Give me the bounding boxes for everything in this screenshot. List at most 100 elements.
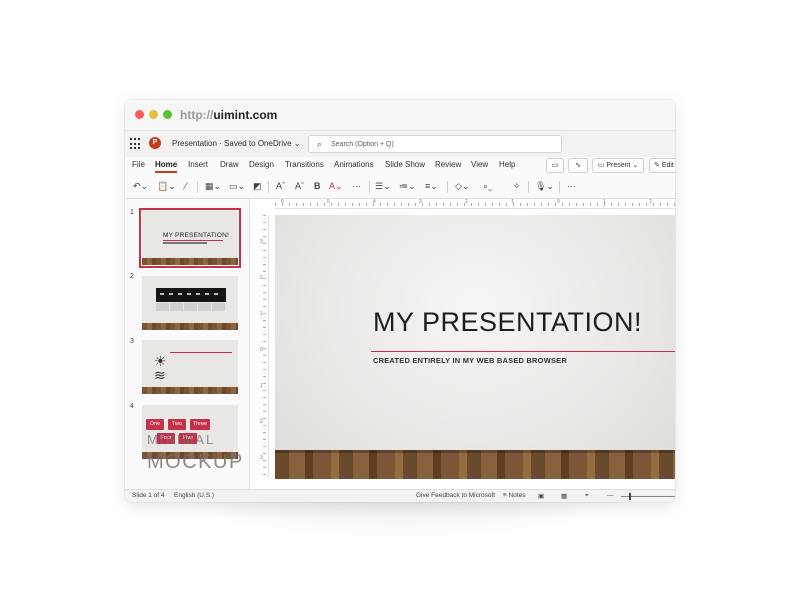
slide-title[interactable]: MY PRESENTATION! bbox=[373, 307, 642, 338]
pencil-icon: ✎ bbox=[654, 162, 662, 169]
ruler-number: 2 bbox=[260, 275, 263, 281]
minimize-window-button[interactable] bbox=[149, 110, 158, 119]
overflow-menu-icon[interactable]: ··· bbox=[567, 180, 576, 192]
reading-view-icon[interactable]: ⌖ bbox=[585, 492, 589, 500]
app-launcher-icon[interactable] bbox=[130, 138, 142, 150]
font-size-up-icon[interactable]: Aˆ bbox=[276, 180, 285, 192]
edit-button[interactable]: ✎ Edit bbox=[649, 158, 675, 173]
thumbnail-wood-floor bbox=[142, 387, 238, 394]
toolbar-divider bbox=[197, 181, 198, 193]
vertical-ruler: 3 2 1 0 1 2 3 bbox=[259, 215, 269, 477]
format-painter-icon[interactable]: ⁄ bbox=[185, 180, 187, 192]
thumbnail-chip: Three bbox=[190, 419, 210, 430]
toolbar-divider bbox=[369, 181, 370, 193]
font-color-icon[interactable]: A⌄ bbox=[329, 180, 343, 192]
ruler-number: 2 bbox=[260, 419, 263, 425]
present-label: Present bbox=[606, 162, 631, 169]
watermark-line-1: MINIMAL bbox=[147, 432, 216, 447]
toolbar-divider bbox=[447, 181, 448, 193]
present-button[interactable]: ▭ Present ⌄ bbox=[592, 158, 644, 173]
toolbar-divider bbox=[528, 181, 529, 193]
tab-file[interactable]: File bbox=[132, 160, 145, 169]
toolbar-divider bbox=[559, 181, 560, 193]
notes-button[interactable]: ≡ Notes bbox=[503, 492, 526, 499]
font-size-down-icon[interactable]: Aˇ bbox=[295, 180, 304, 192]
maximize-window-button[interactable] bbox=[163, 110, 172, 119]
thumbnail-wood-floor bbox=[142, 323, 238, 330]
address-bar[interactable]: http://uimint.com bbox=[180, 108, 277, 122]
slide-accent-line bbox=[371, 351, 675, 352]
close-window-button[interactable] bbox=[135, 110, 144, 119]
browser-window: http://uimint.com P Presentation · Saved… bbox=[125, 100, 675, 502]
tab-draw[interactable]: Draw bbox=[220, 160, 239, 169]
toolbar-divider bbox=[268, 181, 269, 193]
thumbnail-table-header bbox=[156, 288, 226, 302]
search-box[interactable]: ⌕ bbox=[308, 135, 562, 153]
status-bar: Slide 1 of 4 English (U.S.) Give Feedbac… bbox=[125, 489, 675, 502]
tab-insert[interactable]: Insert bbox=[188, 160, 208, 169]
tab-animations[interactable]: Animations bbox=[334, 160, 374, 169]
document-title[interactable]: Presentation · Saved to OneDrive ⌄ bbox=[172, 139, 301, 148]
slide-counter: Slide 1 of 4 bbox=[132, 492, 165, 499]
thumbnail-wood-floor bbox=[142, 258, 238, 265]
ruler-number: 3 bbox=[260, 239, 263, 245]
dictate-icon[interactable]: 🎙⌄ bbox=[535, 180, 554, 192]
paste-icon[interactable]: 📋⌄ bbox=[157, 180, 176, 192]
ruler-number: 6 bbox=[281, 199, 284, 205]
powerpoint-logo-icon: P bbox=[149, 137, 161, 149]
ruler-number: 1 bbox=[260, 311, 263, 317]
reset-icon[interactable]: ◩ bbox=[253, 180, 262, 192]
ruler-number: 3 bbox=[260, 455, 263, 461]
ruler-number: 2 bbox=[649, 199, 652, 205]
comments-button[interactable]: ▭ bbox=[546, 158, 564, 173]
slide-thumbnail-3[interactable]: ☀ ≋ bbox=[142, 340, 238, 394]
browser-toolbar: http://uimint.com bbox=[125, 100, 675, 131]
thumbnail-subtitle-line bbox=[163, 242, 207, 244]
tab-slide-show[interactable]: Slide Show bbox=[385, 160, 425, 169]
ruler-number: 0 bbox=[260, 347, 263, 353]
watermark-line-2: MOCKUP bbox=[147, 451, 244, 473]
shapes-icon[interactable]: ◇⌄ bbox=[455, 180, 469, 192]
tab-help[interactable]: Help bbox=[499, 160, 515, 169]
normal-view-icon[interactable]: ▣ bbox=[538, 492, 544, 500]
search-icon: ⌕ bbox=[317, 139, 323, 149]
zoom-slider-thumb[interactable] bbox=[629, 493, 631, 500]
bold-icon[interactable]: B bbox=[314, 180, 321, 192]
tab-transitions[interactable]: Transitions bbox=[285, 160, 324, 169]
tab-review[interactable]: Review bbox=[435, 160, 461, 169]
feedback-link[interactable]: Give Feedback to Microsoft bbox=[416, 492, 495, 499]
slide-sorter-icon[interactable]: ▦ bbox=[561, 492, 567, 500]
search-input[interactable] bbox=[331, 137, 551, 151]
ruler-number: 4 bbox=[373, 199, 376, 205]
catch-up-button[interactable]: ∿ bbox=[568, 158, 588, 173]
notes-label: Notes bbox=[508, 492, 526, 499]
thumbnail-accent-line bbox=[170, 352, 232, 353]
thumbnail-title: MY PRESENTATION! bbox=[163, 232, 230, 239]
thumbnail-number: 1 bbox=[130, 209, 134, 216]
numbering-icon[interactable]: ≔⌄ bbox=[399, 180, 416, 192]
ruler-number: 1 bbox=[511, 199, 514, 205]
slide-thumbnail-2[interactable] bbox=[142, 276, 238, 330]
tab-home[interactable]: Home bbox=[155, 160, 178, 173]
zoom-out-icon[interactable]: — bbox=[607, 492, 614, 499]
ruler-number: 5 bbox=[327, 199, 330, 205]
ribbon-tabs: File Home Insert Draw Design Transitions… bbox=[125, 157, 675, 175]
more-font-icon[interactable]: ··· bbox=[352, 180, 361, 192]
slide-canvas[interactable]: MY PRESENTATION! CREATED ENTIRELY IN MY … bbox=[275, 215, 675, 479]
find-icon[interactable]: ⌕⌄ bbox=[483, 180, 492, 192]
slide-subtitle[interactable]: CREATED ENTIRELY IN MY WEB BASED BROWSER bbox=[373, 356, 567, 365]
thumbnail-number: 4 bbox=[130, 403, 134, 410]
new-slide-icon[interactable]: ▦⌄ bbox=[205, 180, 221, 192]
thumbnail-number: 3 bbox=[130, 338, 134, 345]
thumbnail-chip: Two bbox=[168, 419, 186, 430]
designer-icon[interactable]: ✧ bbox=[513, 180, 521, 192]
slide-thumbnail-1[interactable]: MY PRESENTATION! bbox=[139, 208, 241, 268]
bullets-icon[interactable]: ☰⌄ bbox=[375, 180, 391, 192]
layout-icon[interactable]: ▭⌄ bbox=[229, 180, 245, 192]
language-indicator[interactable]: English (U.S.) bbox=[174, 492, 214, 499]
tab-view[interactable]: View bbox=[471, 160, 488, 169]
thumbnail-table-row bbox=[156, 303, 226, 311]
undo-icon[interactable]: ↶⌄ bbox=[133, 180, 148, 192]
align-icon[interactable]: ≡⌄ bbox=[425, 180, 438, 192]
tab-design[interactable]: Design bbox=[249, 160, 274, 169]
